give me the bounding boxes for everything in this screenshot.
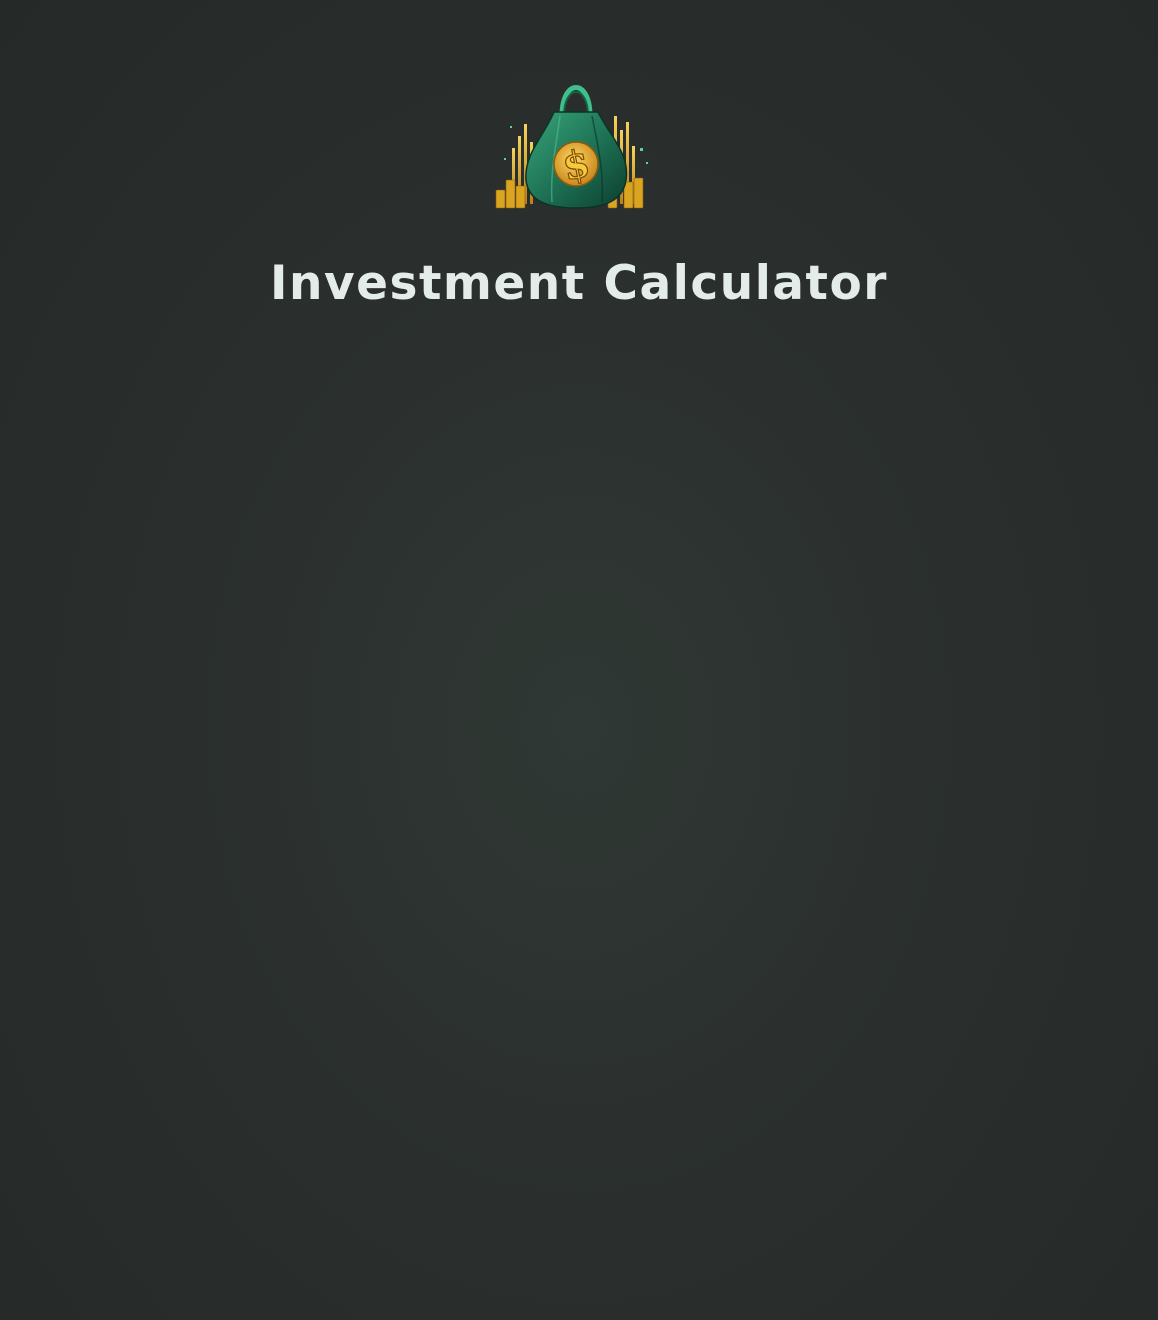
page-title: Investment Calculator: [270, 256, 888, 311]
money-bag-icon: $: [495, 85, 648, 209]
